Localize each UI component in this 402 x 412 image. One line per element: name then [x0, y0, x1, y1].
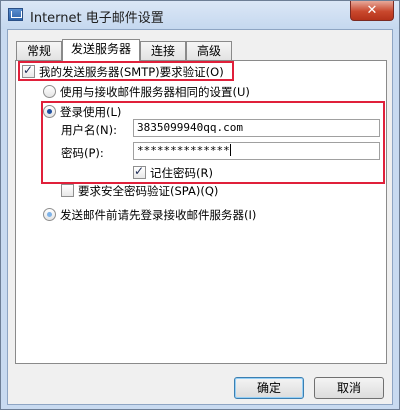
- settings-window: Internet 电子邮件设置 ✕ 常规 发送服务器 连接 高级 我的发送服务器…: [0, 0, 400, 410]
- spa-option[interactable]: 要求安全密码验证(SPA)(Q): [61, 183, 218, 199]
- spa-label: 要求安全密码验证(SPA)(Q): [78, 184, 219, 198]
- highlight-box-login: [41, 101, 385, 184]
- login-first-option[interactable]: 发送邮件前请先登录接收邮件服务器(I): [43, 207, 256, 223]
- login-first-label: 发送邮件前请先登录接收邮件服务器(I): [60, 208, 257, 222]
- outgoing-server-panel: 我的发送服务器(SMTP)要求验证(O) 使用与接收邮件服务器相同的设置(U) …: [15, 60, 387, 364]
- tab-connection[interactable]: 连接: [140, 41, 186, 60]
- window-title: Internet 电子邮件设置: [30, 11, 164, 26]
- use-same-settings-label: 使用与接收邮件服务器相同的设置(U): [60, 85, 250, 99]
- tab-advanced[interactable]: 高级: [186, 41, 232, 60]
- tab-general[interactable]: 常规: [16, 41, 62, 60]
- cancel-button[interactable]: 取消: [314, 377, 384, 399]
- close-button[interactable]: ✕: [350, 1, 394, 21]
- title-bar[interactable]: Internet 电子邮件设置 ✕: [1, 1, 399, 29]
- window-app-icon: [8, 8, 23, 21]
- tab-outgoing-server[interactable]: 发送服务器: [62, 39, 140, 61]
- login-first-radio[interactable]: [43, 208, 56, 221]
- highlight-box-smtp-auth: [18, 61, 234, 81]
- use-same-settings-radio[interactable]: [43, 85, 56, 98]
- spa-checkbox[interactable]: [61, 184, 74, 197]
- use-same-settings-option[interactable]: 使用与接收邮件服务器相同的设置(U): [43, 84, 250, 100]
- ok-button[interactable]: 确定: [234, 377, 304, 399]
- dialog-body: 常规 发送服务器 连接 高级 我的发送服务器(SMTP)要求验证(O) 使用与接…: [7, 29, 393, 405]
